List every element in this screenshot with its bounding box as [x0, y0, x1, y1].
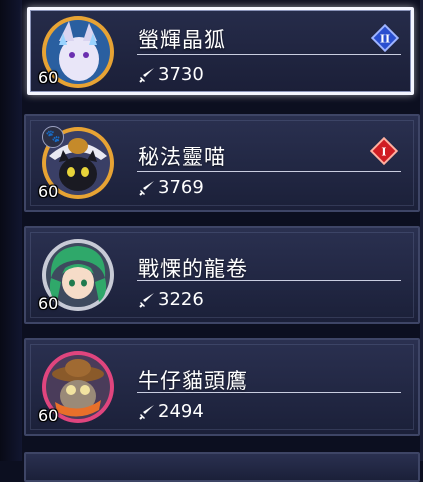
character-name: 秘法靈喵: [138, 145, 226, 169]
character-level: 60: [38, 294, 59, 313]
power-number: 3730: [158, 64, 204, 85]
power-number: 3226: [158, 289, 204, 310]
character-card-partial[interactable]: [24, 452, 420, 482]
sword-icon: [139, 67, 154, 83]
name-divider: [137, 280, 401, 281]
rank-badge-icon: I: [370, 137, 398, 165]
character-card-tatsumaki[interactable]: 60 戰慄的龍卷 3226: [24, 226, 420, 324]
name-divider: [137, 171, 401, 172]
name-divider: [137, 392, 401, 393]
power-number: 2494: [158, 401, 204, 422]
character-level: 60: [38, 406, 59, 425]
rank-label: II: [380, 33, 390, 46]
character-name: 戰慄的龍卷: [138, 257, 248, 281]
power-value: 3226: [138, 289, 204, 310]
character-level: 60: [38, 68, 59, 87]
character-name: 牛仔貓頭鷹: [138, 369, 248, 393]
character-card-crystal-fox[interactable]: 60 螢輝晶狐 3730 II: [27, 7, 414, 95]
power-value: 3769: [138, 177, 204, 198]
name-divider: [137, 54, 401, 55]
character-card-arcane-cat[interactable]: 🐾 60 秘法靈喵 3769 I: [24, 114, 420, 212]
power-value: 3730: [138, 64, 204, 85]
rank-label: I: [381, 146, 386, 159]
paw-icon: 🐾: [42, 126, 64, 148]
rank-badge-icon: II: [371, 24, 399, 52]
character-card-cowboy-owl[interactable]: 60 牛仔貓頭鷹 2494: [24, 338, 420, 436]
character-list: 60 螢輝晶狐 3730 II 🐾 60 秘法靈喵 3769 I 60 戰慄的龍…: [0, 0, 423, 482]
sword-icon: [139, 404, 154, 420]
sword-icon: [139, 292, 154, 308]
character-level: 60: [38, 182, 59, 201]
power-value: 2494: [138, 401, 204, 422]
power-number: 3769: [158, 177, 204, 198]
sword-icon: [139, 180, 154, 196]
character-name: 螢輝晶狐: [138, 28, 226, 52]
